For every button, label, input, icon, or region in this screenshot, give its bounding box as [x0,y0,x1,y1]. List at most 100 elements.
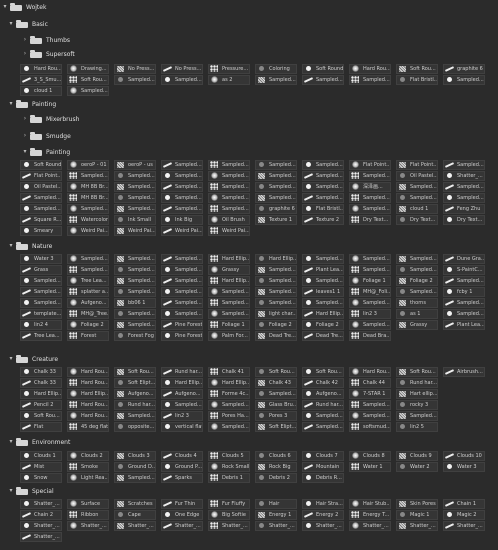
brush-preset[interactable]: Shatter_... [67,521,109,531]
brush-preset[interactable]: Debris 2 [255,473,297,483]
brush-preset[interactable]: Hard Rou... [67,378,109,388]
brush-preset[interactable]: Sampled... [302,298,344,308]
brush-preset[interactable]: Energy T... [349,510,391,520]
brush-preset[interactable]: Shatter_... [349,521,391,531]
brush-preset[interactable]: Forest [67,331,109,341]
brush-preset[interactable]: Clouds 8 [349,451,391,461]
brush-preset[interactable]: Chalk 41 [208,367,250,377]
brush-preset[interactable]: as 1 [396,309,438,319]
brush-preset[interactable]: Clouds 5 [208,451,250,461]
brush-preset[interactable]: Rund har... [302,400,344,410]
brush-preset[interactable]: Grassy [396,320,438,330]
brush-preset[interactable]: Sampled... [349,320,391,330]
brush-preset[interactable]: Watercolor [67,215,109,225]
brush-preset[interactable]: Sampled... [443,182,485,192]
brush-preset[interactable]: Grassy [208,265,250,275]
brush-preset[interactable]: S-PaintC... [443,265,485,275]
brush-preset[interactable]: Weird Pai... [114,226,156,236]
brush-preset[interactable]: lin2 3 [349,309,391,319]
brush-preset[interactable]: Hard Rou... [67,411,109,421]
brush-preset[interactable]: MH@_Tree... [67,309,109,319]
brush-preset[interactable]: Hard Ellip... [255,254,297,264]
brush-preset[interactable]: Skin Pores [396,499,438,509]
brush-preset[interactable]: Airbrush... [443,367,485,377]
folder-painting[interactable]: ▾ Painting [22,146,70,158]
brush-preset[interactable]: Sampled... [349,298,391,308]
brush-preset[interactable]: Sampled... [349,400,391,410]
brush-preset[interactable]: Sampled... [349,265,391,275]
brush-preset[interactable]: Aufgeno... [161,389,203,399]
brush-preset[interactable]: Sampled... [161,298,203,308]
brush-preset[interactable]: Sampled... [114,171,156,181]
brush-preset[interactable]: Sampled... [302,193,344,203]
brush-preset[interactable]: Weird Pai... [208,226,250,236]
brush-preset[interactable]: Foliage 2 [302,320,344,330]
brush-preset[interactable]: Sampled... [396,287,438,297]
brush-preset[interactable]: Cape [114,510,156,520]
brush-preset[interactable]: Hard Rou... [349,64,391,74]
brush-preset[interactable]: Soft Rou... [67,75,109,85]
brush-preset[interactable]: Soft Round [20,160,62,170]
brush-preset[interactable]: Tree Lea... [20,331,62,341]
brush-preset[interactable]: Sampled... [349,193,391,203]
brush-preset[interactable]: Sampled... [67,86,109,96]
chevron-right-icon[interactable]: › [22,34,28,46]
chevron-down-icon[interactable]: ▾ [8,98,14,110]
brush-preset[interactable]: Sampled... [208,204,250,214]
brush-preset[interactable]: 45 deg flat [67,422,109,432]
brush-preset[interactable]: Sampled... [20,276,62,286]
folder-painting-group[interactable]: ▾ Painting [8,98,56,110]
brush-preset[interactable]: Sampled... [443,160,485,170]
brush-preset[interactable]: Sampled... [161,254,203,264]
brush-preset[interactable]: lin2 4 [20,320,62,330]
brush-preset[interactable]: Sampled... [443,298,485,308]
brush-preset[interactable]: MH 8B Br... [67,182,109,192]
brush-preset[interactable]: No Press... [114,64,156,74]
brush-preset[interactable]: Energy 1 [255,510,297,520]
brush-preset[interactable]: Square R... [20,215,62,225]
brush-preset[interactable]: Big Softie [208,510,250,520]
brush-preset[interactable]: Sampled... [443,309,485,319]
brush-preset[interactable]: Shatter_... [114,521,156,531]
brush-preset[interactable]: Debris 1 [208,473,250,483]
brush-preset[interactable]: Hard Ellip... [161,378,203,388]
brush-preset[interactable]: Sampled... [208,422,250,432]
folder-mixerbrush[interactable]: › Mixerbrush [22,113,79,125]
chevron-down-icon[interactable]: ▾ [8,485,14,497]
brush-preset[interactable]: Sampled... [302,411,344,421]
chevron-down-icon[interactable]: ▾ [8,240,14,252]
brush-preset[interactable]: Sampled... [208,193,250,203]
brush-preset[interactable]: Sampled... [302,75,344,85]
folder-nature[interactable]: ▾ Nature [8,240,52,252]
brush-preset[interactable]: Rund har... [396,378,438,388]
brush-preset[interactable]: Sampled... [161,309,203,319]
brush-preset[interactable]: Ground D... [114,462,156,472]
folder-thumbs[interactable]: › Thumbs [22,34,70,46]
brush-preset[interactable]: Sampled... [255,182,297,192]
brush-preset[interactable]: Chalk 44 [349,378,391,388]
brush-preset[interactable]: Foliage 2 [255,320,297,330]
brush-preset[interactable]: Hard Rou... [67,400,109,410]
brush-preset[interactable]: MH@_Foli... [349,287,391,297]
brush-preset[interactable]: Sampled... [443,75,485,85]
brush-preset[interactable]: Grass [20,265,62,275]
brush-preset[interactable]: No Press... [161,64,203,74]
brush-preset[interactable]: Mist [20,462,62,472]
brush-preset[interactable]: Shatter_... [161,521,203,531]
brush-preset[interactable]: Sampled... [255,171,297,181]
brush-preset[interactable]: Sampled... [349,204,391,214]
brush-preset[interactable]: Dry Text... [396,215,438,225]
brush-preset[interactable]: Drawing... [67,64,109,74]
brush-preset[interactable]: Sampled... [161,287,203,297]
brush-preset[interactable]: Sampled... [349,411,391,421]
brush-preset[interactable]: Soft Rou... [396,64,438,74]
brush-preset[interactable]: Water 3 [443,462,485,472]
brush-preset[interactable]: Flat Bristl... [302,204,344,214]
brush-preset[interactable]: Sampled... [161,276,203,286]
brush-preset[interactable]: Sampled... [208,287,250,297]
brush-preset[interactable]: Sampled... [114,193,156,203]
chevron-right-icon[interactable]: › [22,113,28,125]
brush-preset[interactable]: Dune Gra... [443,254,485,264]
brush-preset[interactable]: Sampled... [114,265,156,275]
brush-preset[interactable]: Sampled... [302,422,344,432]
